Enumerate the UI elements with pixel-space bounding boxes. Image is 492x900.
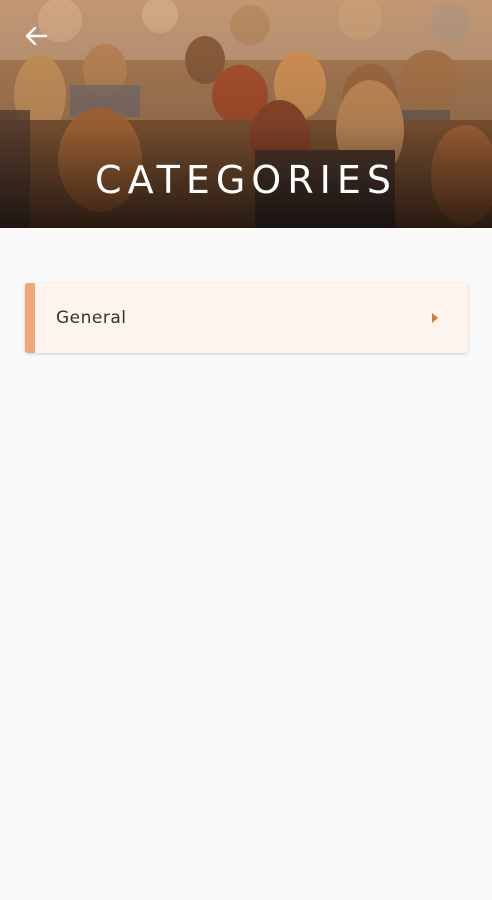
category-list: General: [25, 283, 468, 353]
page-title: CATEGORIES: [95, 158, 397, 202]
category-item-general[interactable]: General: [25, 283, 468, 353]
header-banner: CATEGORIES: [0, 0, 492, 228]
category-label: General: [56, 308, 127, 328]
arrow-left-icon: [24, 26, 48, 50]
chevron-right-icon: [432, 313, 438, 323]
category-accent-bar: [25, 283, 35, 353]
screen: CATEGORIES General: [0, 0, 492, 900]
back-button[interactable]: [20, 24, 52, 52]
